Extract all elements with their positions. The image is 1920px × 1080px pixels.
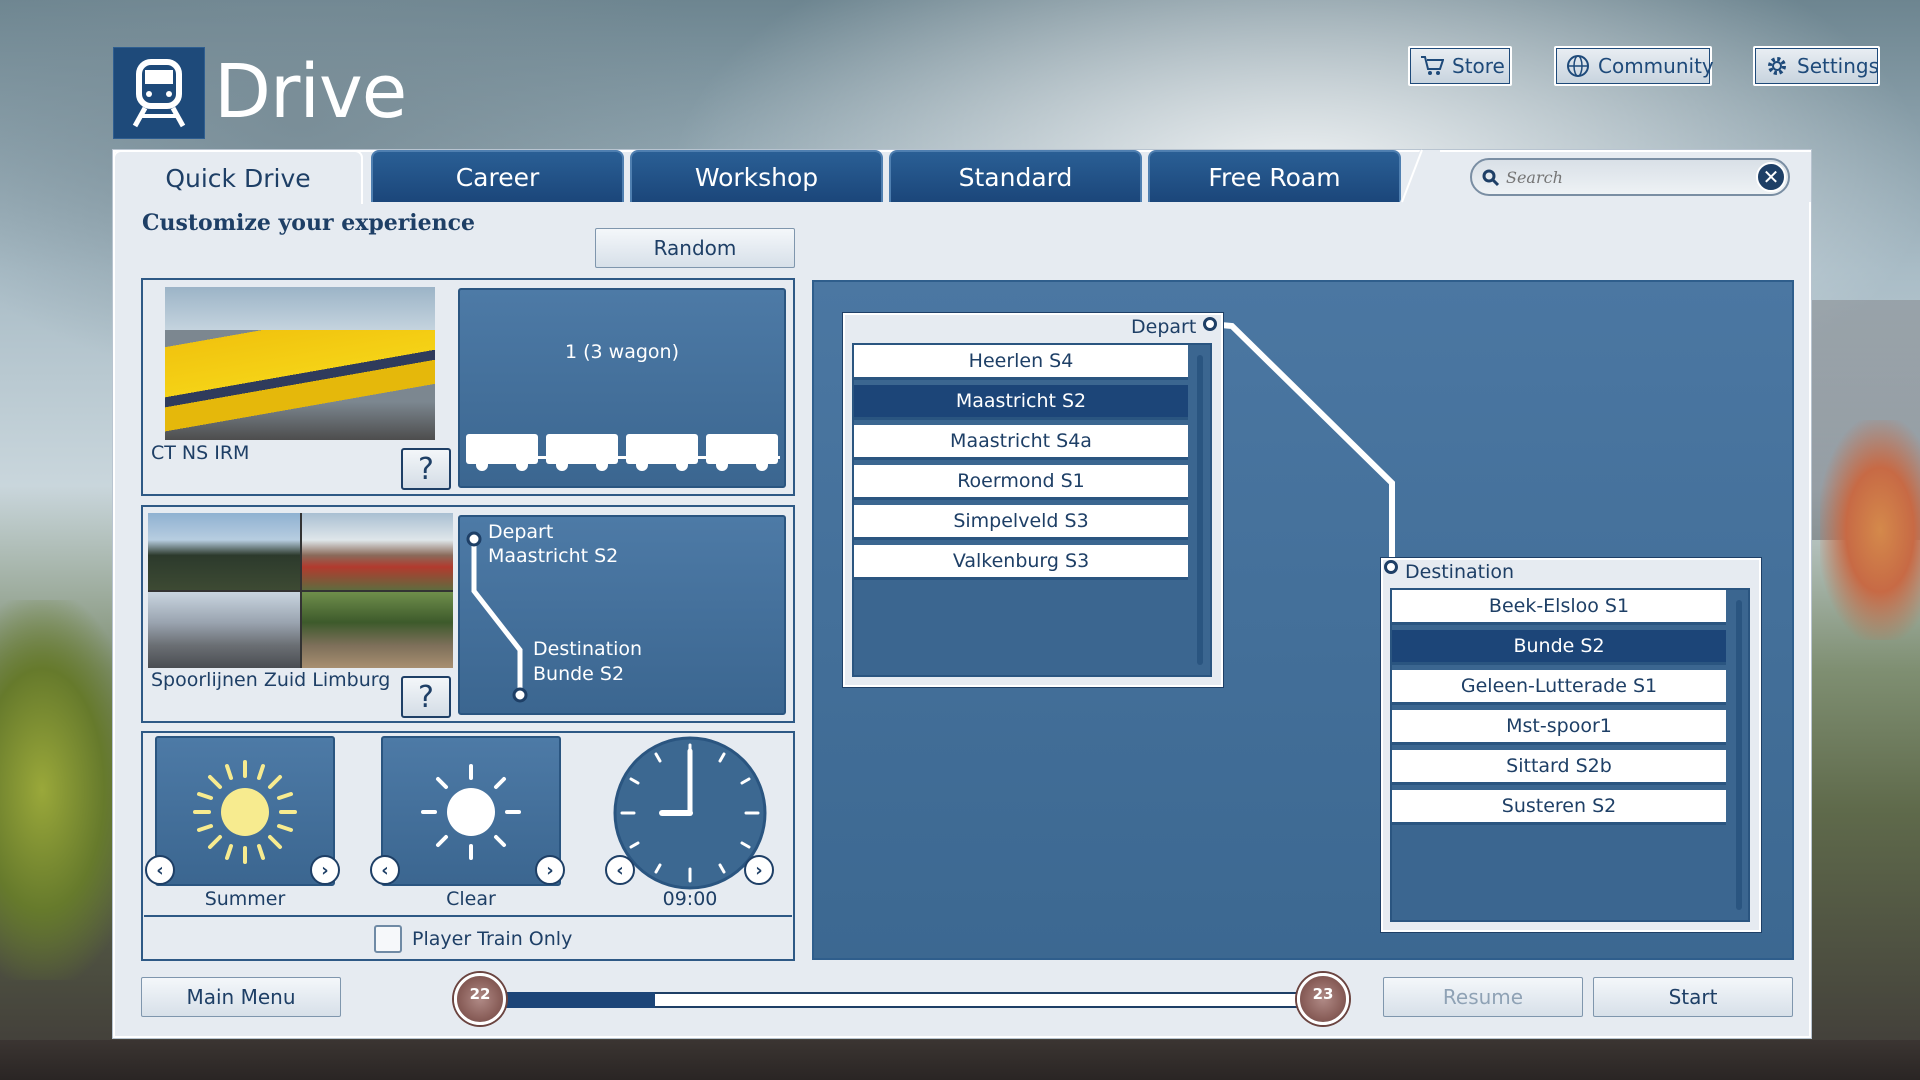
time-prev-arrow-icon[interactable]: ‹ <box>605 855 635 885</box>
search-icon <box>1482 169 1500 187</box>
wagon-icon <box>466 434 538 471</box>
destination-scrollbar[interactable] <box>1736 600 1742 910</box>
settings-label: Settings <box>1797 54 1880 78</box>
destination-item[interactable]: Sittard S2b <box>1392 750 1726 785</box>
random-button[interactable]: Random <box>595 228 795 268</box>
destination-item[interactable]: Mst-spoor1 <box>1392 710 1726 745</box>
depart-scrollbar[interactable] <box>1197 355 1203 665</box>
tab-standard[interactable]: Standard <box>889 150 1142 202</box>
time-next-arrow-icon[interactable]: › <box>744 855 774 885</box>
clear-weather-icon <box>421 764 521 860</box>
start-button[interactable]: Start <box>1593 977 1793 1017</box>
search-input[interactable] <box>1506 167 1746 187</box>
store-button[interactable]: Store <box>1408 46 1512 86</box>
player-train-only-label: Player Train Only <box>412 928 573 950</box>
route-help-button[interactable]: ? <box>401 676 451 718</box>
resume-button[interactable]: Resume <box>1383 977 1583 1017</box>
route-destination-value: Bunde S2 <box>533 663 625 685</box>
player-train-only-checkbox[interactable] <box>374 925 402 953</box>
section-title: Customize your experience <box>142 210 476 236</box>
search-field[interactable]: ✕ <box>1470 158 1790 196</box>
depart-item[interactable]: Roermond S1 <box>854 465 1188 500</box>
season-label: Summer <box>204 888 286 910</box>
settings-button[interactable]: Settings <box>1753 46 1880 86</box>
page-title: Drive <box>214 49 407 135</box>
train-logo-icon <box>113 47 205 139</box>
weather-next-arrow-icon[interactable]: › <box>535 855 565 885</box>
train-name: CT NS IRM <box>151 442 250 464</box>
environment-divider <box>144 915 792 917</box>
wagon-icon <box>546 434 618 471</box>
destination-node-icon <box>1384 560 1398 574</box>
depart-item-selected[interactable]: Maastricht S2 <box>854 385 1188 420</box>
community-label: Community <box>1598 54 1714 78</box>
train-thumbnail[interactable] <box>165 287 435 440</box>
tab-workshop[interactable]: Workshop <box>630 150 883 202</box>
destination-item[interactable]: Susteren S2 <box>1392 790 1726 825</box>
destination-list-title: Destination <box>1405 561 1515 583</box>
route-thumbnail[interactable] <box>148 513 453 668</box>
depart-item[interactable]: Maastricht S4a <box>854 425 1188 460</box>
step-slider-fill <box>500 992 655 1008</box>
depart-list-title: Depart <box>1131 316 1197 338</box>
destination-item-selected[interactable]: Bunde S2 <box>1392 630 1726 665</box>
cart-icon <box>1421 56 1444 75</box>
main-menu-button[interactable]: Main Menu <box>141 977 341 1017</box>
search-clear-icon[interactable]: ✕ <box>1756 162 1786 192</box>
destination-item[interactable]: Beek-Elsloo S1 <box>1392 590 1726 625</box>
weather-label: Clear <box>446 888 496 910</box>
sun-icon <box>193 760 297 864</box>
wagon-icon <box>706 434 778 471</box>
community-button[interactable]: Community <box>1554 46 1714 86</box>
time-label: 09:00 <box>662 888 718 910</box>
route-destination-label: Destination <box>533 638 643 660</box>
wagon-icon <box>626 434 698 471</box>
tab-career[interactable]: Career <box>371 150 624 202</box>
depart-node-icon <box>1203 317 1217 331</box>
train-help-button[interactable]: ? <box>401 448 451 490</box>
step-slider-min-knob[interactable]: 22 <box>454 973 506 1025</box>
gear-icon <box>1768 57 1786 75</box>
weather-prev-arrow-icon[interactable]: ‹ <box>370 855 400 885</box>
globe-icon <box>1567 55 1589 77</box>
route-depart-value: Maastricht S2 <box>488 545 619 567</box>
depart-item[interactable]: Simpelveld S3 <box>854 505 1188 540</box>
depart-item[interactable]: Valkenburg S3 <box>854 545 1188 580</box>
destination-item[interactable]: Geleen-Lutterade S1 <box>1392 670 1726 705</box>
season-next-arrow-icon[interactable]: › <box>310 855 340 885</box>
tab-free-roam[interactable]: Free Roam <box>1148 150 1401 202</box>
consist-label: 1 (3 wagon) <box>565 341 679 363</box>
step-slider-max-knob[interactable]: 23 <box>1297 973 1349 1025</box>
tab-quick-drive[interactable]: Quick Drive <box>113 150 363 204</box>
season-prev-arrow-icon[interactable]: ‹ <box>145 855 175 885</box>
depart-item[interactable]: Heerlen S4 <box>854 345 1188 380</box>
store-label: Store <box>1452 54 1505 78</box>
background-tracks <box>0 1040 1920 1080</box>
background-tree <box>1820 420 1920 640</box>
weather-tile[interactable] <box>381 736 561 886</box>
route-depart-label: Depart <box>488 521 554 543</box>
season-tile[interactable] <box>155 736 335 886</box>
route-name: Spoorlijnen Zuid Limburg <box>151 669 391 691</box>
